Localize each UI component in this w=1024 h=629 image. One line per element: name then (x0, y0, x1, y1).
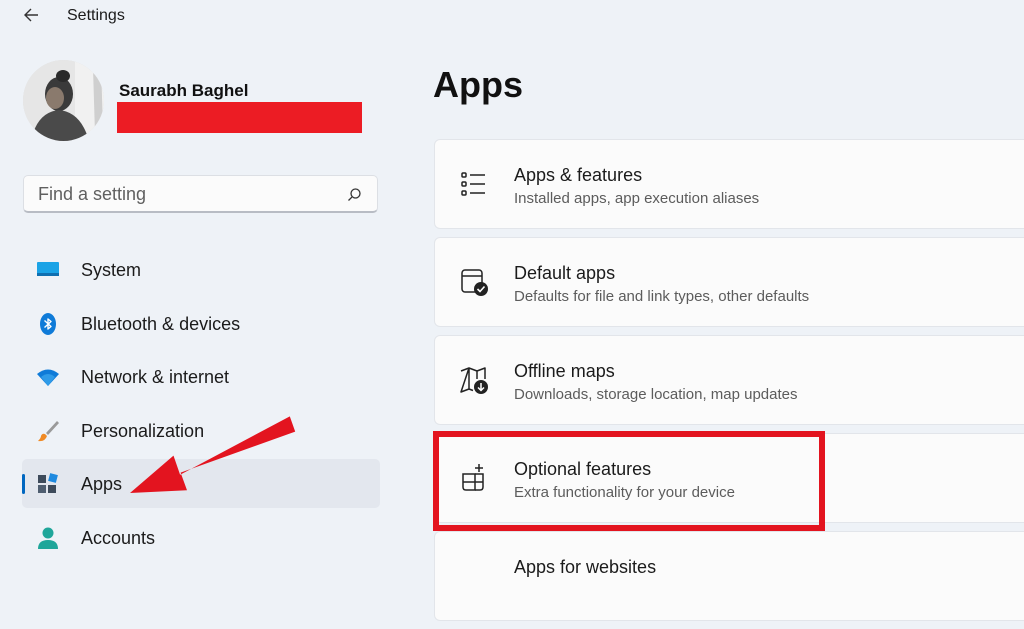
wifi-icon (37, 369, 59, 386)
sidebar-item-system[interactable]: System (22, 245, 380, 294)
card-apps-for-websites[interactable]: Apps for websites (434, 531, 1024, 621)
bluetooth-icon (40, 312, 56, 335)
sidebar-item-label: Network & internet (81, 367, 230, 387)
settings-card-list: Apps & features Installed apps, app exec… (434, 139, 1024, 629)
redaction-bar (117, 102, 362, 133)
card-title: Apps for websites (514, 557, 657, 577)
card-apps-features[interactable]: Apps & features Installed apps, app exec… (434, 139, 1024, 229)
account-icon (38, 527, 58, 549)
sidebar-item-accounts[interactable]: Accounts (22, 513, 380, 562)
title-bar: Settings (0, 0, 1024, 32)
annotation-highlight-box (433, 431, 825, 531)
card-subtitle: Defaults for file and link types, other … (514, 288, 810, 305)
card-subtitle: Installed apps, app execution aliases (514, 190, 760, 207)
default-apps-icon (461, 269, 488, 296)
brush-icon (38, 420, 59, 441)
sidebar-item-label: System (81, 260, 142, 280)
card-subtitle: Downloads, storage location, map updates (514, 386, 798, 403)
search-icon[interactable] (345, 186, 363, 204)
avatar[interactable] (23, 60, 104, 141)
selection-indicator (22, 474, 25, 494)
user-name: Saurabh Baghel (119, 81, 249, 100)
sidebar-item-label: Personalization (81, 420, 205, 441)
map-download-icon (460, 367, 488, 394)
apps-icon (38, 473, 58, 493)
sidebar-item-label: Accounts (81, 527, 156, 548)
system-icon (37, 262, 59, 276)
sidebar-item-label: Bluetooth & devices (81, 313, 241, 334)
card-title: Apps & features (514, 165, 643, 185)
card-default-apps[interactable]: Default apps Defaults for file and link … (434, 237, 1024, 327)
page-title: Apps (433, 64, 523, 105)
sidebar-item-label: Apps (81, 474, 123, 494)
card-offline-maps[interactable]: Offline maps Downloads, storage location… (434, 335, 1024, 425)
app-title: Settings (67, 7, 125, 24)
avatar-photo (23, 60, 104, 141)
search-box[interactable] (23, 175, 378, 213)
sidebar-item-personalization[interactable]: Personalization (22, 406, 380, 455)
sidebar-item-bluetooth[interactable]: Bluetooth & devices (22, 299, 380, 348)
back-button[interactable] (20, 4, 44, 26)
search-input[interactable] (24, 176, 348, 212)
sidebar-nav: System Bluetooth & devices Network & int… (22, 245, 380, 566)
list-icon (461, 172, 485, 196)
back-arrow-icon (24, 8, 38, 22)
card-title: Offline maps (514, 361, 615, 381)
sidebar-item-apps[interactable]: Apps (22, 459, 380, 508)
card-title: Default apps (514, 263, 616, 283)
sidebar-item-network[interactable]: Network & internet (22, 352, 380, 401)
